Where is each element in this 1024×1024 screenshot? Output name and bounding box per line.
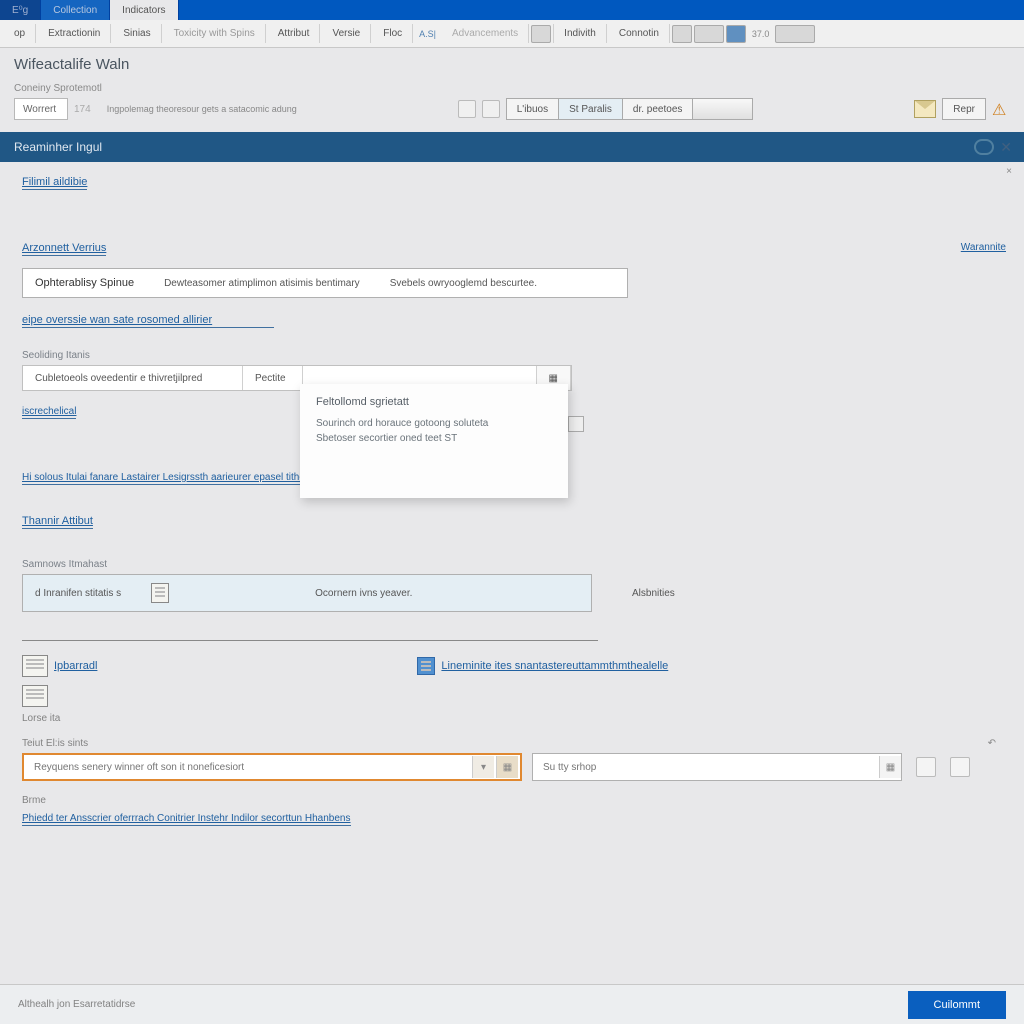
link-lineminite[interactable]: Lineminite ites snantastereuttammthmthea… [441, 660, 668, 672]
tooltip-popup: Feltollomd sgrietatt Sourinch ord horauc… [300, 384, 568, 498]
link-ipbarradl[interactable]: Ipbarradl [54, 660, 97, 672]
picker-icon[interactable]: ▦ [496, 756, 518, 778]
secondary-picker-icon[interactable]: ▦ [879, 756, 901, 778]
lower-columns: Ipbarradl Lineminite ites snantastereutt… [22, 655, 1010, 677]
label-teiut: Teiut El:is sints [22, 738, 88, 749]
info-row-2[interactable]: d Inranifen stitatis s Ocornern ivns yea… [22, 574, 592, 612]
banner-title: Reaminher Ingul [14, 140, 102, 154]
pencil-icon[interactable] [482, 100, 500, 118]
info-lead: Ophterablisy Spinue [35, 277, 134, 289]
link-filimil[interactable]: Filimil aildibie [22, 176, 87, 190]
link-warannite[interactable]: Warannite [961, 242, 1006, 253]
link-arzonnett[interactable]: Arzonnett Verrius [22, 242, 106, 256]
row2-side: Alsbnities [632, 588, 675, 599]
header-button-group: L'ibuos St Paralis dr. peetoes [506, 98, 754, 120]
link-eipe[interactable]: eipe overssie wan sate rosomed allirier [22, 314, 274, 328]
tab-eg[interactable]: E⁰g [0, 0, 41, 20]
content-area: × Filimil aildibie Arzonnett Verrius War… [0, 162, 1024, 834]
folder-icon [22, 655, 48, 677]
link-phiedd[interactable]: Phiedd ter Ansscrier oferrrach Conitrier… [22, 813, 351, 826]
tool-icon-1[interactable] [916, 757, 936, 777]
secondary-input[interactable]: ▦ [532, 753, 902, 781]
btn-libuos[interactable]: L'ibuos [506, 98, 559, 120]
footer-text: Althealh jon Esarretatidrse [18, 999, 135, 1010]
loop-icon[interactable] [974, 139, 994, 155]
btn-paralis[interactable]: St Paralis [559, 98, 623, 120]
folder-icon-2[interactable] [22, 685, 48, 707]
info-row-1: Ophterablisy Spinue Dewteasomer atimplim… [22, 268, 628, 298]
primary-search-input[interactable]: ▾ ▦ [22, 753, 522, 781]
warning-icon[interactable] [992, 100, 1010, 118]
section-banner: Reaminher Ingul ✕ [0, 132, 1024, 162]
row1-col1: Cubletoeols oveedentir e thivretjilpred [23, 366, 243, 390]
field-label: Worrert [23, 104, 56, 115]
section-seoliding: Seoliding Itanis [22, 350, 1010, 361]
header-desc: Ingpolemag theoresour gets a satacomic a… [107, 104, 297, 114]
envelope-icon[interactable] [914, 100, 936, 118]
primary-submit-button[interactable]: Cuilommt [908, 991, 1006, 1019]
tb-connotin[interactable]: Connotin [609, 24, 670, 43]
tb-toxicity[interactable]: Toxicity with Spins [164, 24, 266, 43]
toolbar-box-icon-3[interactable] [694, 25, 724, 43]
btn-image[interactable] [693, 98, 753, 120]
toolbar-box-icon-1[interactable] [531, 25, 551, 43]
tb-attribut[interactable]: Attribut [268, 24, 321, 43]
footer-bar: Althealh jon Esarretatidrse Cuilommt [0, 984, 1024, 1024]
blue-doc-icon [417, 657, 435, 675]
page-header: Wifeactalife Waln Coneiny Sprotemotl Wor… [0, 48, 1024, 132]
tb-op[interactable]: op [4, 24, 36, 43]
popup-side-icon[interactable] [568, 416, 584, 432]
header-right-tools: Repr [914, 98, 1010, 120]
info-col1: Dewteasomer atimplimon atisimis bentimar… [164, 278, 360, 289]
row1-col2: Pectite [243, 366, 303, 390]
link-solous[interactable]: Hi solous Itulai fanare Lastairer Lesigr… [22, 472, 319, 485]
tb-indivith[interactable]: Indivith [553, 24, 607, 43]
reply-arrow-icon[interactable]: ↶ [988, 738, 996, 749]
dropdown-icon[interactable]: ▾ [472, 756, 494, 778]
toolbar-blue-icon[interactable] [726, 25, 746, 43]
label-brme: Brme [22, 795, 1010, 806]
main-toolbar: op Extractionin Sinias Toxicity with Spi… [0, 20, 1024, 48]
tool-icon-2[interactable] [950, 757, 970, 777]
section-samnows: Samnows Itmahast [22, 559, 1010, 570]
field-worrert[interactable]: Worrert [14, 98, 68, 120]
tb-as: A.S| [415, 29, 440, 39]
tb-sinias[interactable]: Sinias [113, 24, 161, 43]
toolbar-version: 37.0 [748, 29, 774, 39]
tb-floc[interactable]: Floc [373, 24, 413, 43]
toolbar-box-icon-2[interactable] [672, 25, 692, 43]
paper-icon[interactable] [458, 100, 476, 118]
page-title: Wifeactalife Waln [14, 56, 1010, 73]
document-icon [151, 583, 169, 603]
close-banner-icon[interactable]: ✕ [1000, 139, 1012, 156]
btn-peetoes[interactable]: dr. peetoes [623, 98, 693, 120]
divider-1 [22, 640, 598, 641]
row2-col2: Ocornern ivns yeaver. [315, 588, 412, 599]
label-lorse: Lorse ita [22, 713, 1010, 724]
secondary-text-input[interactable] [533, 762, 879, 773]
titlebar-tabs: E⁰g Collection Indicators [0, 0, 1024, 20]
header-sublabel: Coneiny Sprotemotl [14, 83, 1010, 94]
info-col2: Svebels owryooglemd bescurtee. [390, 278, 537, 289]
tab-collection[interactable]: Collection [41, 0, 110, 20]
field-value: 174 [74, 104, 91, 115]
popup-title: Feltollomd sgrietatt [316, 396, 552, 408]
link-iscrechelical[interactable]: iscrechelical [22, 406, 76, 419]
banner-icons: ✕ [974, 139, 1012, 156]
popup-line-1: Sourinch ord horauce gotoong soluteta [316, 418, 552, 429]
tb-extractionin[interactable]: Extractionin [38, 24, 111, 43]
popup-line-2: Sbetoser secortier oned teet ST [316, 433, 552, 444]
bottom-input-row: ▾ ▦ ▦ [22, 753, 1010, 781]
tb-advancements[interactable]: Advancements [442, 24, 529, 43]
tab-indicators[interactable]: Indicators [110, 0, 178, 20]
header-controls: Worrert 174 Ingpolemag theoresour gets a… [14, 98, 1010, 120]
tb-versie[interactable]: Versie [322, 24, 371, 43]
close-x-icon[interactable]: × [1006, 166, 1012, 177]
btn-repr[interactable]: Repr [942, 98, 986, 120]
link-thannir[interactable]: Thannir Attibut [22, 515, 93, 529]
row2-col1: d Inranifen stitatis s [35, 588, 121, 599]
search-input[interactable] [24, 762, 472, 773]
toolbar-box-icon-4[interactable] [775, 25, 815, 43]
